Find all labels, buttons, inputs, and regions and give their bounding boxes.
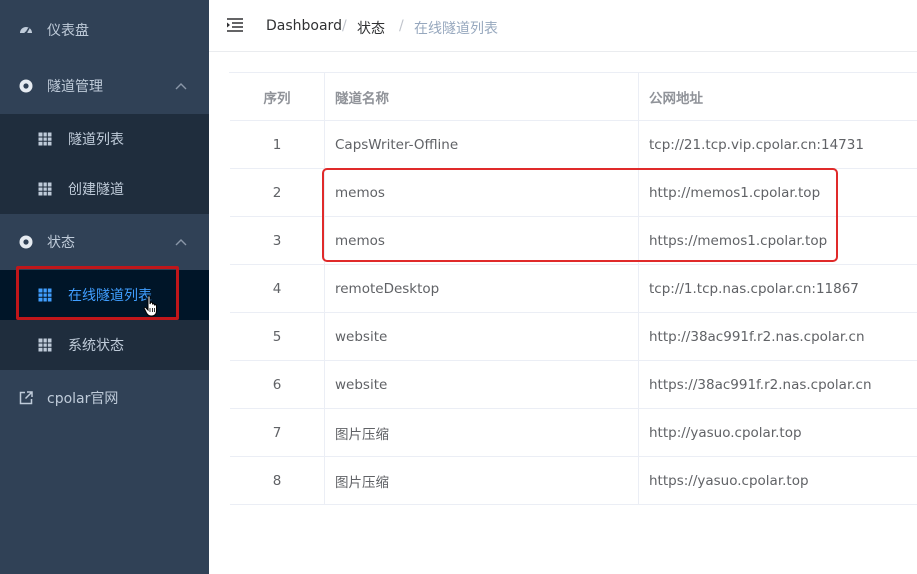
breadcrumb-current: 在线隧道列表 <box>414 21 498 37</box>
tunnel-name: website <box>325 313 639 361</box>
table-icon <box>38 182 52 196</box>
row-index: 6 <box>230 361 325 409</box>
column-header-index: 序列 <box>230 73 325 121</box>
row-index: 7 <box>230 409 325 457</box>
menu-fold-icon[interactable] <box>226 17 244 33</box>
sidebar-item-label: 状态 <box>47 235 75 251</box>
table-row: 4 remoteDesktop tcp://1.tcp.nas.cpolar.c… <box>230 265 917 313</box>
column-header-name: 隧道名称 <box>325 73 639 121</box>
public-url: https://yasuo.cpolar.top <box>649 473 809 489</box>
row-index: 1 <box>230 121 325 169</box>
sidebar-item-label: 隧道列表 <box>68 132 124 148</box>
row-index: 4 <box>230 265 325 313</box>
row-index: 2 <box>230 169 325 217</box>
sidebar-item-label: cpolar官网 <box>47 391 119 407</box>
sidebar-item-label: 隧道管理 <box>47 79 103 95</box>
tunnel-name: remoteDesktop <box>325 265 639 313</box>
public-url: http://yasuo.cpolar.top <box>649 425 802 441</box>
table-icon <box>38 338 52 352</box>
breadcrumb-separator: / <box>342 18 347 34</box>
sidebar-item-label: 仪表盘 <box>47 23 89 39</box>
annotation-highlight-box <box>322 168 838 262</box>
public-url: http://38ac991f.r2.nas.cpolar.cn <box>649 329 865 345</box>
table-row: 1 CapsWriter-Offline tcp://21.tcp.vip.cp… <box>230 121 917 169</box>
chevron-up-icon <box>175 239 187 246</box>
column-header-url: 公网地址 <box>649 91 703 107</box>
sidebar-item-cpolar-website[interactable]: cpolar官网 <box>0 372 209 424</box>
row-index: 3 <box>230 217 325 265</box>
online-tunnels-table: 序列 隧道名称 公网地址 1 CapsWriter-Offline tcp://… <box>229 72 917 505</box>
sidebar-item-dashboard[interactable]: 仪表盘 <box>0 4 209 56</box>
sidebar-item-label: 系统状态 <box>68 338 124 354</box>
sidebar-item-system-status[interactable]: 系统状态 <box>0 320 209 370</box>
gear-icon <box>19 235 33 249</box>
sidebar-item-label: 创建隧道 <box>68 182 124 198</box>
row-index: 5 <box>230 313 325 361</box>
dashboard-icon <box>20 27 32 35</box>
row-index: 8 <box>230 457 325 505</box>
table-icon <box>38 132 52 146</box>
table-row: 5 website http://38ac991f.r2.nas.cpolar.… <box>230 313 917 361</box>
submenu-tunnel-management: 隧道列表 创建隧道 <box>0 114 209 214</box>
hand-pointer-cursor-icon <box>143 295 157 317</box>
breadcrumb-status[interactable]: 状态 <box>357 18 385 38</box>
tunnel-name: 图片压缩 <box>325 409 639 457</box>
top-header: Dashboard / 状态 / 在线隧道列表 <box>209 0 917 52</box>
tunnel-name: 图片压缩 <box>325 457 639 505</box>
sidebar-item-tunnel-list[interactable]: 隧道列表 <box>0 114 209 164</box>
sidebar-item-status[interactable]: 状态 <box>0 216 209 268</box>
sidebar: 仪表盘 隧道管理 隧道列表 创建隧道 状态 在线隧道列表 系统状态 cpolar… <box>0 0 209 574</box>
public-url: tcp://21.tcp.vip.cpolar.cn:14731 <box>649 137 864 153</box>
chevron-up-icon <box>175 83 187 90</box>
table-header-row: 序列 隧道名称 公网地址 <box>230 73 917 121</box>
breadcrumb-separator: / <box>399 18 404 34</box>
table-row: 7 图片压缩 http://yasuo.cpolar.top <box>230 409 917 457</box>
public-url: https://38ac991f.r2.nas.cpolar.cn <box>649 377 872 393</box>
gear-icon <box>19 79 33 93</box>
public-url: tcp://1.tcp.nas.cpolar.cn:11867 <box>649 281 859 297</box>
external-link-icon <box>19 391 33 405</box>
sidebar-item-tunnel-management[interactable]: 隧道管理 <box>0 60 209 112</box>
tunnel-name: website <box>325 361 639 409</box>
table-row: 8 图片压缩 https://yasuo.cpolar.top <box>230 457 917 505</box>
sidebar-item-create-tunnel[interactable]: 创建隧道 <box>0 164 209 214</box>
tunnel-name: CapsWriter-Offline <box>325 121 639 169</box>
breadcrumb-dashboard[interactable]: Dashboard <box>266 18 342 34</box>
table-row: 6 website https://38ac991f.r2.nas.cpolar… <box>230 361 917 409</box>
